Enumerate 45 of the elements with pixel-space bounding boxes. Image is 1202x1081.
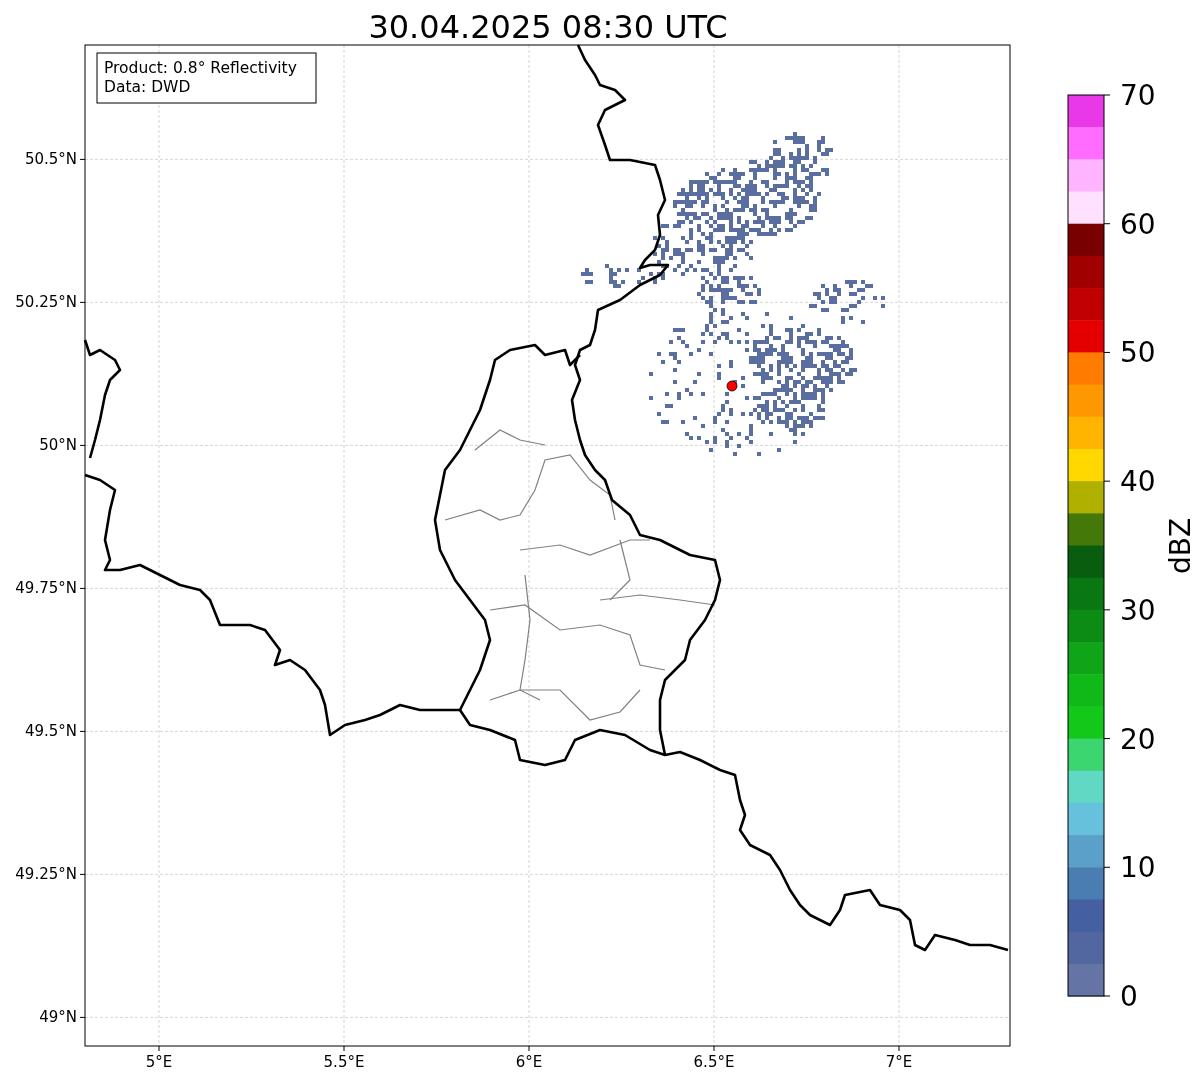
axis-tick-label: 5.5°E xyxy=(323,1053,365,1071)
axis-tick-label: 49.5°N xyxy=(24,722,77,741)
axis-tick-label: 6°E xyxy=(515,1053,543,1071)
radar-site-marker xyxy=(726,380,738,392)
axis-tick-label: 49.25°N xyxy=(15,865,77,884)
colorbar-tick-label: 0 xyxy=(1120,980,1138,1013)
tick-mark xyxy=(79,1016,86,1018)
tick-mark xyxy=(79,873,86,875)
info-text: Data: DWD xyxy=(104,78,191,96)
tick-mark xyxy=(79,587,86,589)
axis-tick-label: 50°N xyxy=(39,436,77,455)
tick-mark xyxy=(79,730,86,732)
tick-mark xyxy=(1103,866,1111,868)
colorbar-tick-label: 70 xyxy=(1120,79,1156,112)
axis-tick-label: 50.5°N xyxy=(24,150,77,169)
axis-tick-label: 49.75°N xyxy=(15,579,77,598)
tick-mark xyxy=(79,301,86,303)
axis-tick-label: 50.25°N xyxy=(15,293,77,312)
tick-mark xyxy=(1103,609,1111,611)
colorbar-tick-label: 10 xyxy=(1120,851,1156,885)
colorbar-label: dBZ xyxy=(1164,517,1197,575)
tick-mark xyxy=(713,1045,715,1052)
tick-mark xyxy=(1103,94,1111,96)
axis-tick-label: 49°N xyxy=(39,1008,77,1027)
tick-mark xyxy=(79,444,86,446)
tick-mark xyxy=(898,1045,900,1052)
colorbar-tick-label: 40 xyxy=(1120,465,1156,499)
tick-mark xyxy=(1103,738,1111,740)
axis-tick-label: 5°E xyxy=(145,1053,173,1071)
tick-mark xyxy=(1103,351,1111,353)
info-text: Product: 0.8° Reflectivity xyxy=(104,59,297,77)
chart-title: 30.04.2025 08:30 UTC xyxy=(368,8,728,46)
tick-mark xyxy=(1103,223,1111,225)
colorbar-tick-label: 30 xyxy=(1120,593,1156,627)
tick-mark xyxy=(79,158,86,160)
tick-mark xyxy=(158,1045,160,1052)
axis-tick-label: 6.5°E xyxy=(693,1053,735,1071)
tick-mark xyxy=(1103,995,1111,997)
colorbar-tick-label: 50 xyxy=(1120,336,1156,370)
tick-mark xyxy=(1103,480,1111,482)
colorbar-tick-label: 60 xyxy=(1120,207,1156,241)
axis-tick-label: 7°E xyxy=(885,1053,913,1071)
tick-mark xyxy=(343,1045,345,1052)
colorbar-tick-label: 20 xyxy=(1120,722,1156,756)
tick-mark xyxy=(528,1045,530,1052)
